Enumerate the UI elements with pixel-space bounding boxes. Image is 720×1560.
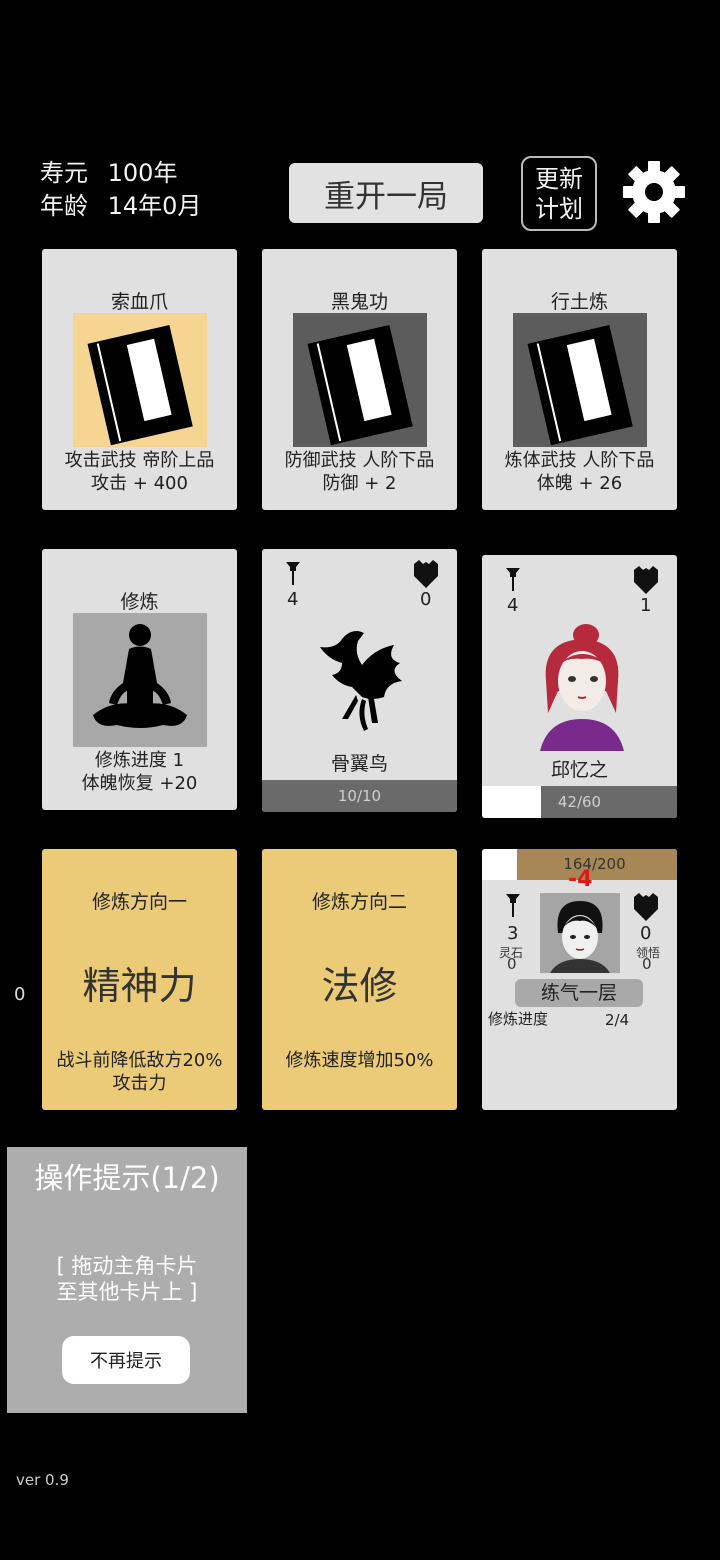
restart-button[interactable]: 重开一局 bbox=[289, 163, 483, 223]
girl-hp-text: 42/60 bbox=[557, 793, 602, 811]
sword-icon bbox=[282, 559, 304, 591]
hint-line-1: [ 拖动主角卡片 bbox=[56, 1254, 198, 1278]
direction-card-2[interactable]: 修炼方向二 法修 修炼速度增加50% bbox=[262, 849, 457, 1110]
hint-panel: 操作提示(1/2) [ 拖动主角卡片 至其他卡片上 ] 不再提示 bbox=[7, 1147, 247, 1413]
bird-attack: 4 bbox=[287, 589, 299, 610]
direction-desc: 战斗前降低敌方20% bbox=[56, 1050, 223, 1071]
progress-label: 修炼进度 bbox=[488, 1010, 549, 1028]
damage-text: -4 bbox=[568, 867, 593, 892]
lifespan-stat: 寿元 100年 bbox=[40, 157, 177, 190]
hint-title: 操作提示(1/2) bbox=[34, 1161, 220, 1195]
skill-card-desc: 攻击武技 帝阶上品 bbox=[64, 450, 215, 471]
skill-card-3[interactable]: 行土炼 炼体武技 人阶下品 体魄 + 26 bbox=[482, 249, 677, 510]
update-line2: 计划 bbox=[535, 194, 583, 223]
player-portrait-icon bbox=[540, 893, 620, 973]
sword-icon bbox=[502, 891, 524, 923]
girl-defense: 1 bbox=[640, 595, 652, 616]
age-value: 14年0月 bbox=[107, 192, 202, 220]
stone-value: 0 bbox=[507, 955, 517, 973]
lifespan-value: 100年 bbox=[107, 159, 178, 187]
shield-icon bbox=[412, 558, 440, 592]
update-line1: 更新 bbox=[535, 164, 583, 193]
skill-card-1[interactable]: 索血爪 攻击武技 帝阶上品 攻击 + 400 bbox=[42, 249, 237, 510]
realm-badge: 练气一层 bbox=[515, 979, 643, 1007]
meditation-icon bbox=[73, 613, 207, 747]
girl-hp-track: 42/60 bbox=[482, 786, 677, 818]
direction-title: 修炼方向二 bbox=[311, 891, 407, 913]
sword-icon bbox=[502, 565, 524, 597]
bird-name: 骨翼鸟 bbox=[330, 753, 388, 775]
direction-desc: 修炼速度增加50% bbox=[285, 1050, 434, 1071]
enemy-card-girl[interactable]: 4 1 邱忆之 42/60 bbox=[482, 555, 677, 818]
book-icon bbox=[513, 313, 647, 447]
direction-card-1[interactable]: 修炼方向一 精神力 战斗前降低敌方20% 攻击力 bbox=[42, 849, 237, 1110]
player-attack: 3 bbox=[507, 923, 519, 944]
cultivate-recovery: 体魄恢复 +20 bbox=[81, 773, 198, 794]
cultivate-progress: 修炼进度 1 bbox=[94, 750, 185, 771]
age-stat: 年龄 14年0月 bbox=[40, 190, 201, 223]
update-plan-button[interactable]: 更新 计划 bbox=[521, 156, 597, 231]
skill-card-title: 行土炼 bbox=[550, 291, 608, 313]
skill-card-stat: 体魄 + 26 bbox=[536, 473, 623, 494]
shield-icon bbox=[632, 891, 660, 925]
enemy-card-bird[interactable]: 4 0 骨翼鸟 10/10 bbox=[262, 549, 457, 812]
direction-big: 法修 bbox=[321, 964, 398, 1008]
player-card[interactable]: 164/200 -4 3 0 灵石 0 领悟 0 练气一层 修炼进度 2/4 bbox=[482, 849, 677, 1110]
version-label: ver 0.9 bbox=[16, 1471, 69, 1489]
skill-card-stat: 防御 + 2 bbox=[322, 473, 397, 494]
skill-card-2[interactable]: 黑鬼功 防御武技 人阶下品 防御 + 2 bbox=[262, 249, 457, 510]
dismiss-hint-label: 不再提示 bbox=[90, 1351, 162, 1372]
cultivate-title: 修炼 bbox=[120, 591, 159, 613]
lifespan-label: 寿元 bbox=[40, 159, 88, 187]
book-icon bbox=[293, 313, 427, 447]
direction-big: 精神力 bbox=[82, 964, 197, 1008]
skill-card-desc: 防御武技 人阶下品 bbox=[284, 450, 435, 471]
girl-name: 邱忆之 bbox=[550, 759, 608, 781]
skill-card-title: 黑鬼功 bbox=[330, 291, 388, 313]
cultivate-card[interactable]: 修炼 修炼进度 1 体魄恢复 +20 bbox=[42, 549, 237, 810]
direction-title: 修炼方向一 bbox=[91, 891, 187, 913]
girl-portrait-icon bbox=[534, 621, 630, 755]
progress-value: 2/4 bbox=[605, 1011, 630, 1029]
shield-icon bbox=[632, 564, 660, 598]
hint-text: [ 拖动主角卡片 至其他卡片上 ] bbox=[7, 1253, 247, 1305]
age-label: 年龄 bbox=[40, 192, 88, 220]
direction-desc-2: 攻击力 bbox=[112, 1073, 167, 1094]
bone-bird-icon bbox=[312, 619, 412, 743]
book-icon bbox=[73, 313, 207, 447]
insight-value: 0 bbox=[642, 955, 652, 973]
dismiss-hint-button[interactable]: 不再提示 bbox=[62, 1336, 190, 1384]
skill-card-stat: 攻击 + 400 bbox=[91, 473, 188, 494]
restart-label: 重开一局 bbox=[324, 178, 448, 215]
skill-card-title: 索血爪 bbox=[110, 291, 168, 313]
gear-icon[interactable] bbox=[622, 160, 686, 224]
skill-card-desc: 炼体武技 人阶下品 bbox=[504, 450, 655, 471]
hint-line-2: 至其他卡片上 ] bbox=[56, 1280, 198, 1304]
player-defense: 0 bbox=[640, 923, 652, 944]
bird-defense: 0 bbox=[420, 589, 432, 610]
left-counter: 0 bbox=[14, 984, 26, 1005]
girl-attack: 4 bbox=[507, 595, 519, 616]
bird-hp-bar: 10/10 bbox=[262, 780, 457, 812]
